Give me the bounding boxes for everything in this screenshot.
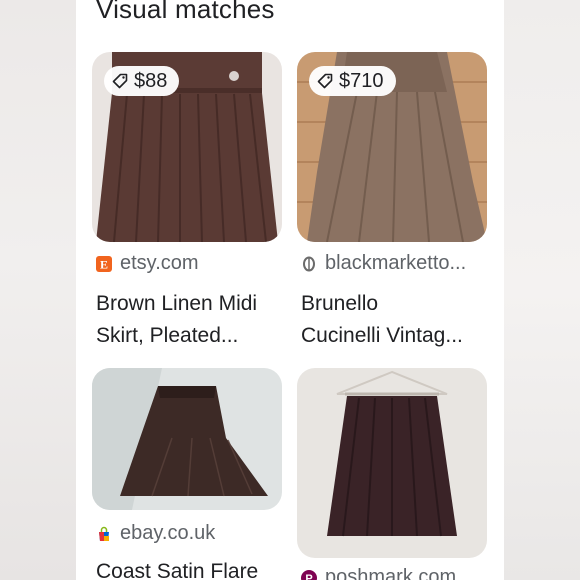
poshmark-favicon: P (301, 569, 317, 580)
background-right (504, 0, 580, 580)
price-badge: $88 (104, 66, 180, 96)
result-title-line-1: Brown Linen Midi (96, 292, 258, 315)
visual-matches-panel: Visual matches $88 E etsy.com Brown Line… (76, 0, 504, 580)
price-tag-icon (317, 73, 333, 89)
result-source[interactable]: E etsy.com (96, 252, 199, 275)
result-source[interactable]: P poshmark.com (301, 566, 456, 580)
source-site: etsy.com (120, 252, 199, 274)
price-badge: $710 (309, 66, 396, 96)
background-left (0, 0, 76, 580)
result-title-line-1: Brunello (301, 292, 379, 315)
result-title[interactable]: Brown Linen Midi Skirt, Pleated... (96, 288, 282, 352)
svg-text:E: E (100, 257, 108, 271)
result-card-poshmark[interactable]: P poshmark.com (297, 368, 487, 580)
result-title-line-1: Coast Satin Flare (96, 560, 259, 580)
result-source[interactable]: blackmarketto... (301, 252, 466, 275)
source-site: poshmark.com (325, 566, 457, 580)
result-title[interactable]: Brunello Cucinelli Vintag... (301, 288, 487, 352)
result-image[interactable] (297, 368, 487, 558)
section-title: Visual matches (96, 0, 275, 24)
result-title-line-2: Cucinelli Vintag... (301, 324, 463, 347)
source-site: blackmarketto... (325, 252, 467, 274)
result-title-line-2: Skirt, Pleated... (96, 324, 239, 347)
result-title[interactable]: Coast Satin Flare (96, 556, 282, 580)
svg-text:P: P (305, 573, 312, 580)
result-image[interactable]: $88 (92, 52, 282, 242)
blackmarket-favicon (301, 256, 317, 272)
source-site: ebay.co.uk (120, 522, 216, 544)
hanging-skirt-image (297, 368, 487, 558)
etsy-favicon: E (96, 255, 112, 272)
ebay-favicon (96, 526, 112, 542)
result-card-etsy[interactable]: $88 E etsy.com Brown Linen Midi Skirt, P… (92, 52, 282, 347)
price-tag-icon (112, 73, 128, 89)
result-source[interactable]: ebay.co.uk (96, 522, 215, 545)
result-image[interactable]: $710 (297, 52, 487, 242)
satin-skirt-image (92, 368, 282, 510)
result-card-blackmarket[interactable]: $710 blackmarketto... Brunello Cucinelli… (297, 52, 487, 347)
price-value: $88 (134, 69, 168, 92)
result-image[interactable] (92, 368, 282, 510)
price-value: $710 (339, 69, 384, 92)
result-card-ebay[interactable]: ebay.co.uk Coast Satin Flare (92, 368, 282, 580)
